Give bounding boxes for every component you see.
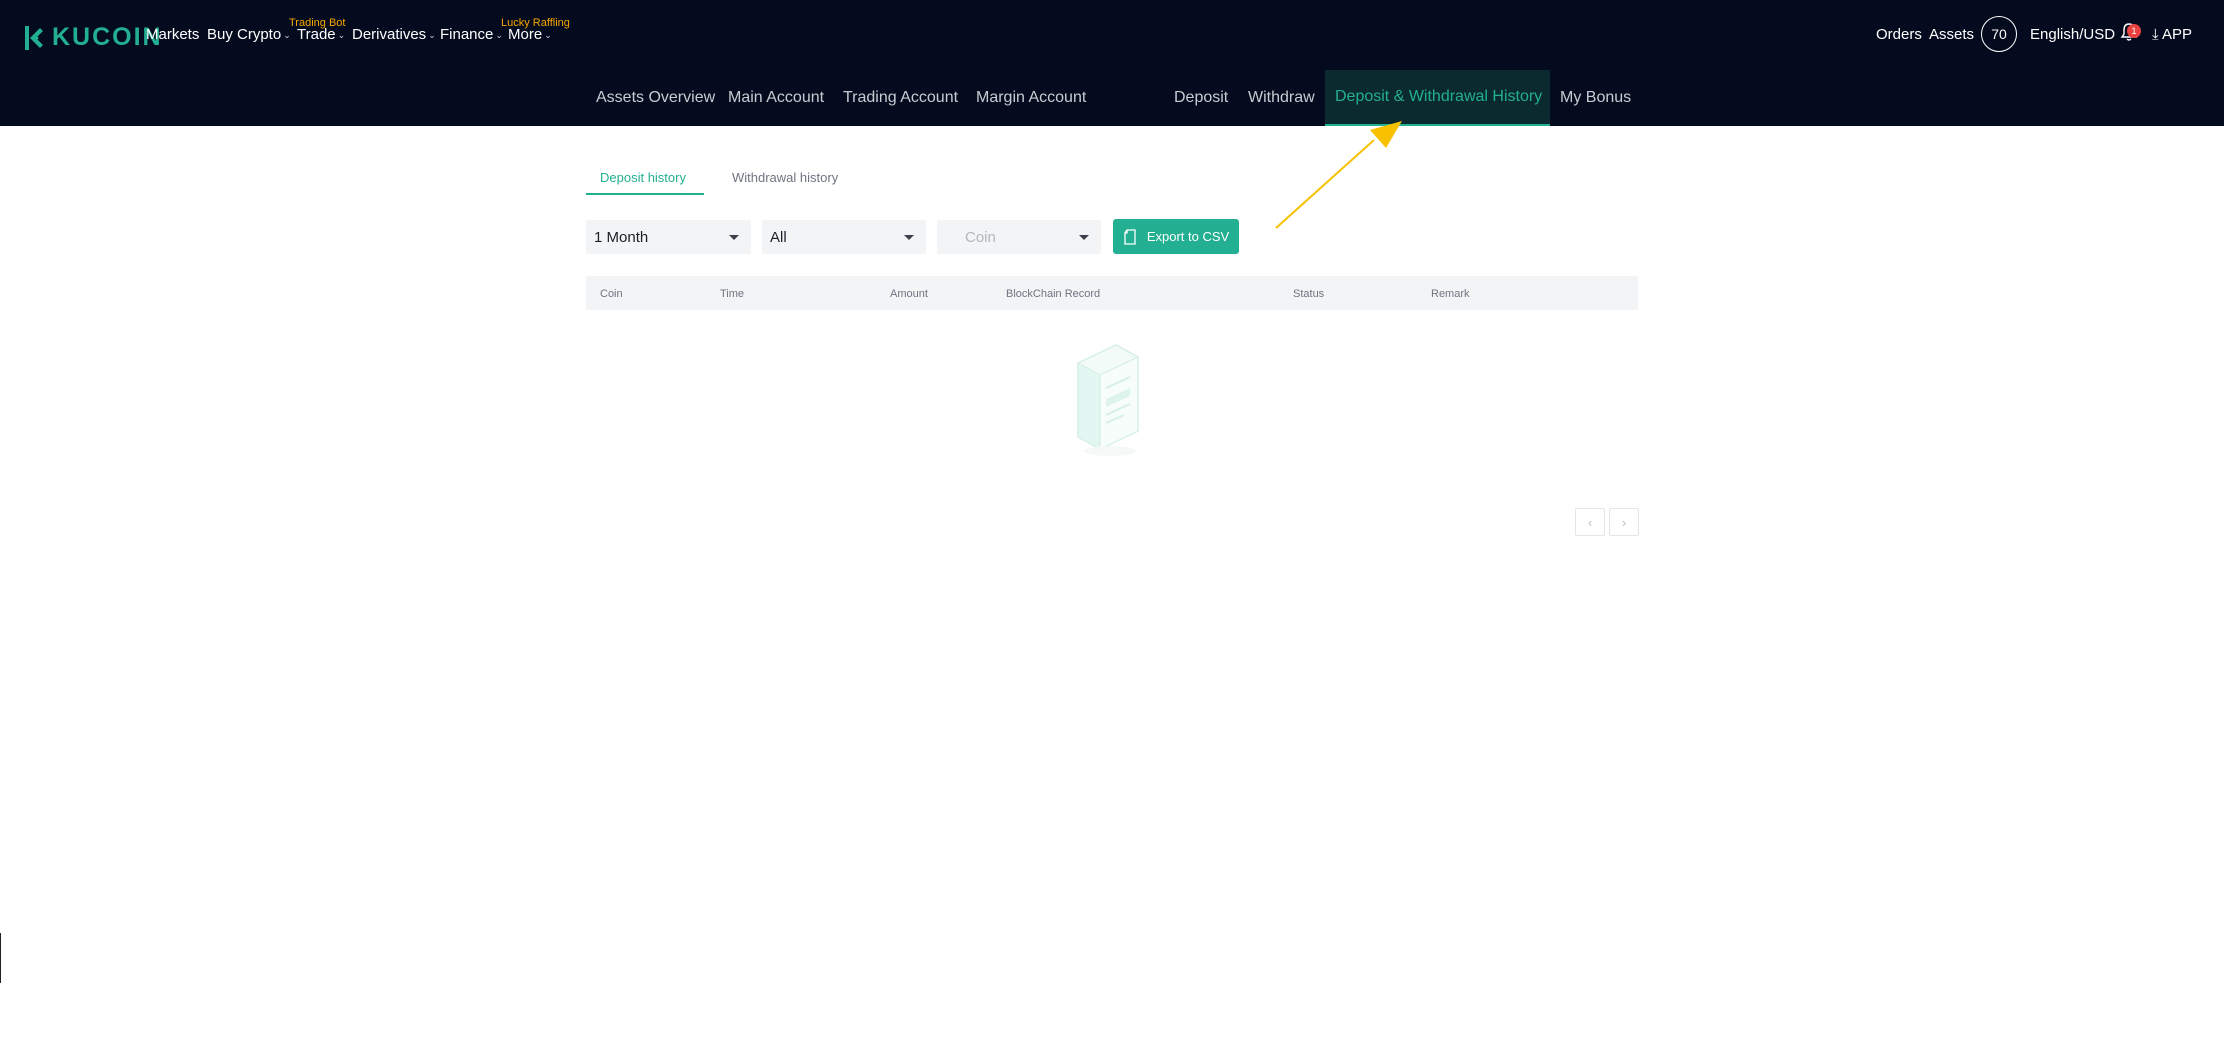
- column-header-status: Status: [1293, 288, 1325, 300]
- kucoin-logo-icon: [25, 25, 43, 50]
- subnav-main-account[interactable]: Main Account: [728, 89, 824, 107]
- nav-markets[interactable]: Markets: [146, 26, 199, 43]
- nav-trade[interactable]: Trade ⌄: [297, 26, 345, 43]
- active-tab-indicator: [586, 193, 704, 195]
- chevron-down-icon: ⌄: [283, 29, 291, 40]
- subnav-margin-account[interactable]: Margin Account: [976, 89, 1086, 107]
- chevron-down-icon: ⌄: [428, 29, 436, 40]
- text-cursor-line: [0, 933, 1, 983]
- tab-deposit-history[interactable]: Deposit history: [600, 170, 686, 185]
- subnav-trading-account[interactable]: Trading Account: [843, 89, 958, 107]
- nav-finance[interactable]: Finance ⌄: [440, 26, 503, 43]
- nav-derivatives[interactable]: Derivatives ⌄: [352, 26, 436, 43]
- type-select[interactable]: All: [762, 220, 926, 254]
- column-header-time: Time: [720, 288, 745, 300]
- subnav-deposit[interactable]: Deposit: [1174, 89, 1228, 107]
- subnav-my-bonus[interactable]: My Bonus: [1560, 89, 1631, 107]
- tab-withdrawal-history[interactable]: Withdrawal history: [732, 170, 838, 185]
- caret-down-icon: [729, 235, 739, 240]
- export-csv-label: Export to CSV: [1146, 229, 1230, 244]
- chevron-down-icon: ⌄: [544, 29, 552, 40]
- caret-down-icon: [1079, 235, 1089, 240]
- pagination-prev-button[interactable]: ‹: [1575, 508, 1605, 536]
- caret-down-icon: [904, 235, 914, 240]
- subnav-assets-overview[interactable]: Assets Overview: [596, 89, 715, 107]
- export-csv-button[interactable]: Export to CSV: [1113, 219, 1239, 254]
- download-icon: ⤓: [2152, 26, 2159, 43]
- download-app-link[interactable]: ⤓ APP: [2152, 26, 2192, 43]
- annotation-arrow: [1275, 121, 1402, 229]
- coin-placeholder: Coin: [965, 229, 996, 246]
- avatar[interactable]: 70: [1981, 16, 2017, 52]
- notification-badge: 1: [2127, 24, 2141, 38]
- chevron-down-icon: ⌄: [337, 29, 346, 40]
- column-header-blockchain-record: BlockChain Record: [1006, 288, 1101, 300]
- chevron-down-icon: ⌄: [495, 29, 503, 40]
- empty-document-icon: [1077, 344, 1139, 456]
- export-file-icon: [1124, 228, 1136, 245]
- nav-more[interactable]: More ⌄: [508, 26, 552, 43]
- pagination-next-button[interactable]: ›: [1609, 508, 1639, 536]
- top-navigation-bar: KUCOIN Markets Buy Crypto ⌄ Trading Bot T…: [0, 0, 2224, 126]
- type-value: All: [770, 229, 787, 246]
- coin-select[interactable]: Coin: [937, 220, 1101, 254]
- orders-link[interactable]: Orders: [1876, 26, 1922, 43]
- period-value: 1 Month: [594, 229, 649, 246]
- subnav-active-label: Deposit & Withdrawal History: [1335, 88, 1543, 105]
- language-currency-selector[interactable]: English/USD: [2030, 26, 2115, 43]
- assets-link[interactable]: Assets: [1929, 26, 1974, 43]
- column-header-amount: Amount: [890, 288, 928, 300]
- column-header-remark: Remark: [1431, 288, 1470, 300]
- kucoin-logo[interactable]: KUCOIN: [24, 23, 163, 52]
- column-header-coin: Coin: [600, 288, 623, 300]
- table-header: Coin Time Amount BlockChain Record Statu…: [586, 276, 1638, 310]
- subnav-withdraw[interactable]: Withdraw: [1248, 89, 1315, 107]
- nav-buy-crypto[interactable]: Buy Crypto ⌄: [207, 26, 291, 43]
- period-select[interactable]: 1 Month: [586, 220, 751, 254]
